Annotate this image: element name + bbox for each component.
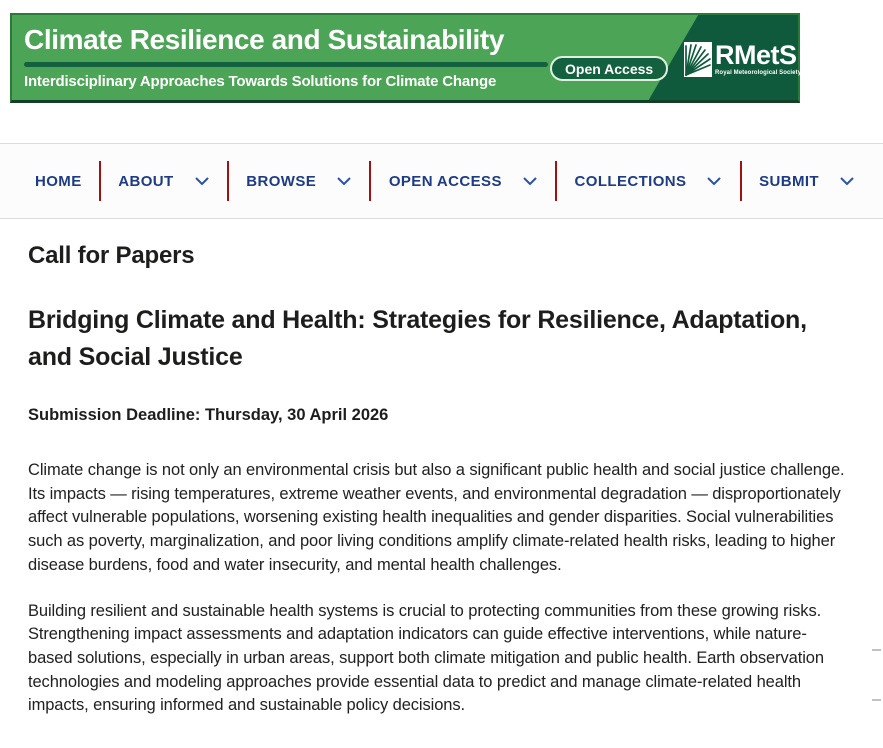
chevron-down-icon [522, 176, 538, 186]
call-for-papers-heading: Bridging Climate and Health: Strategies … [28, 302, 850, 376]
rmets-logo: RMetS Royal Meteorological Society [684, 42, 801, 77]
page-title: Call for Papers [28, 242, 850, 270]
chevron-down-icon [194, 176, 210, 186]
banner-divider [24, 62, 548, 67]
chevron-down-icon [706, 176, 722, 186]
rmets-fan-icon [684, 42, 712, 77]
intro-paragraph: Climate change is not only an environmen… [28, 459, 850, 578]
journal-banner[interactable]: Climate Resilience and Sustainability In… [10, 13, 800, 103]
journal-tagline: Interdisciplinary Approaches Towards Sol… [24, 73, 496, 90]
scrollbar-tick [872, 699, 881, 701]
nav-item-browse[interactable]: BROWSE [246, 173, 352, 190]
nav-item-submit[interactable]: SUBMIT [759, 173, 855, 190]
nav-label-submit: SUBMIT [759, 173, 819, 190]
rmets-name: RMetS [715, 42, 801, 69]
scrollbar-tick [872, 649, 881, 651]
page-content: Call for Papers Bridging Climate and Hea… [28, 242, 850, 740]
nav-label-about: ABOUT [118, 173, 173, 190]
submission-deadline: Submission Deadline: Thursday, 30 April … [28, 406, 850, 425]
nav-separator [369, 161, 371, 201]
nav-item-open-access[interactable]: OPEN ACCESS [389, 173, 538, 190]
nav-separator [740, 161, 742, 201]
main-navigation: HOME ABOUT BROWSE OPEN ACCESS COLLECTION… [0, 143, 883, 219]
rmets-wordmark: RMetS Royal Meteorological Society [715, 42, 801, 76]
nav-separator [555, 161, 557, 201]
chevron-down-icon [336, 176, 352, 186]
nav-item-home[interactable]: HOME [35, 173, 82, 190]
open-access-badge: Open Access [550, 56, 668, 81]
nav-separator [99, 161, 101, 201]
nav-separator [227, 161, 229, 201]
nav-label-collections: COLLECTIONS [575, 173, 687, 190]
nav-label-home: HOME [35, 173, 82, 190]
nav-label-browse: BROWSE [246, 173, 316, 190]
journal-title: Climate Resilience and Sustainability [24, 24, 504, 56]
nav-item-about[interactable]: ABOUT [118, 173, 209, 190]
open-access-label: Open Access [565, 61, 653, 77]
chevron-down-icon [839, 176, 855, 186]
nav-label-open-access: OPEN ACCESS [389, 173, 502, 190]
nav-item-collections[interactable]: COLLECTIONS [575, 173, 723, 190]
rmets-society-name: Royal Meteorological Society [715, 70, 801, 76]
second-paragraph: Building resilient and sustainable healt… [28, 600, 850, 719]
